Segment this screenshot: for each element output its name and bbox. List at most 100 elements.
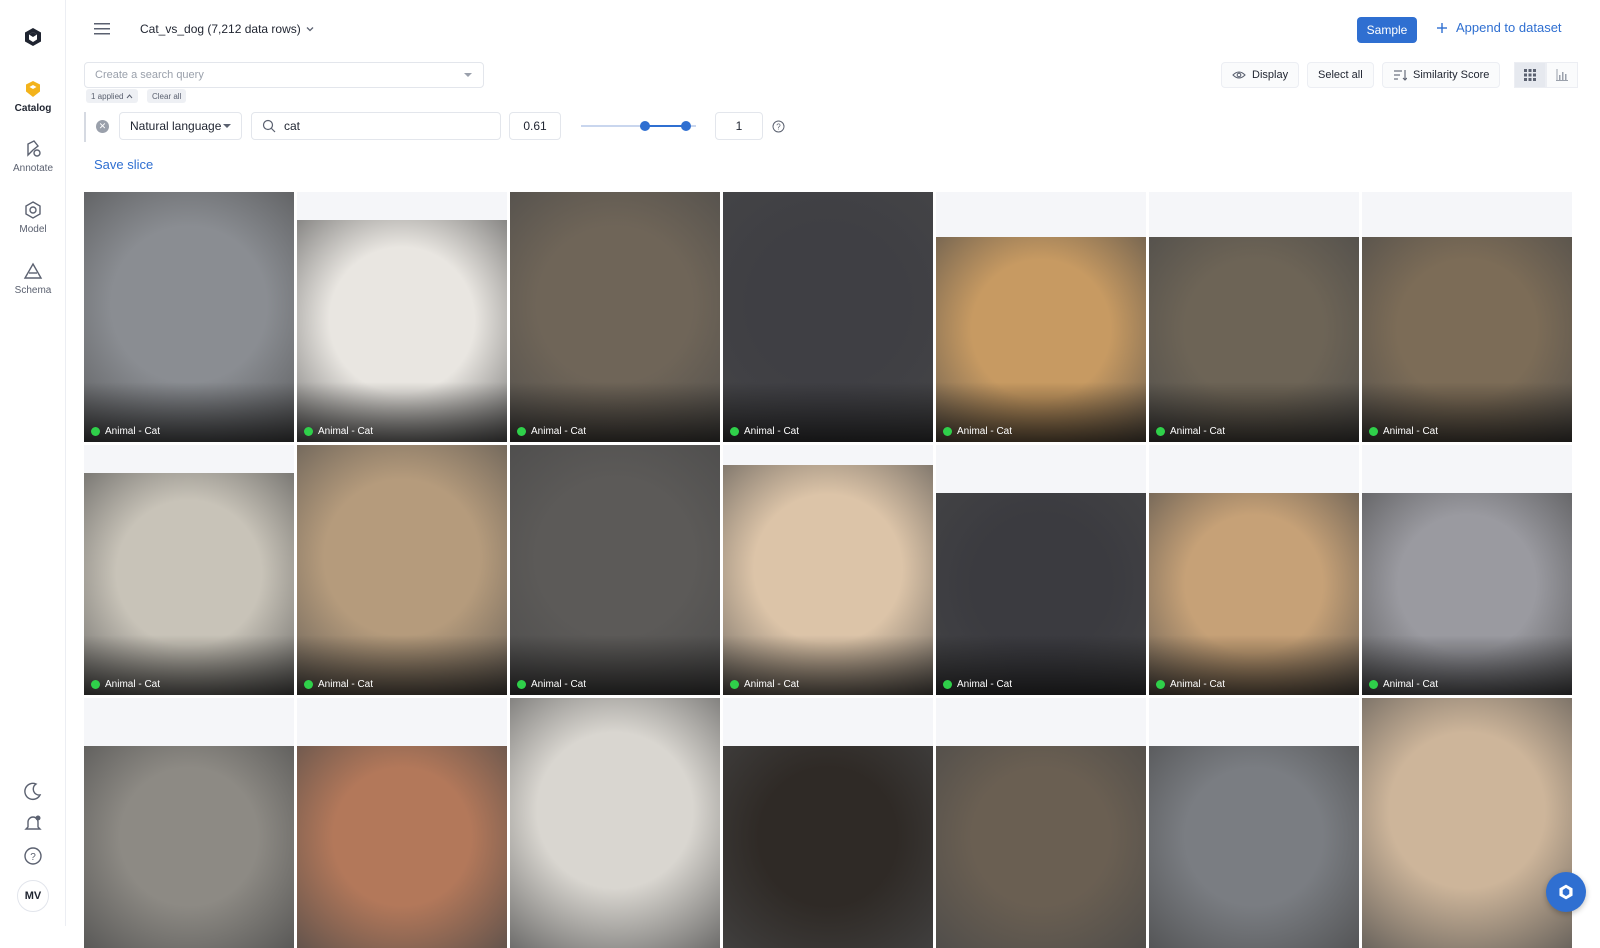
threshold-min-input[interactable]: 0.61 [509,112,561,140]
cat-thumbnail-image [936,746,1146,948]
data-row-tile[interactable] [510,698,720,948]
data-row-tile[interactable]: Animal - Cat [1362,445,1572,695]
chevron-down-icon [305,24,315,34]
svg-text:?: ? [776,123,781,132]
data-row-grid: Animal - CatAnimal - CatAnimal - CatAnim… [84,192,1574,926]
catalog-icon [22,78,44,100]
annotation-label-text: Animal - Cat [1170,426,1225,437]
applied-filters-chip[interactable]: 1 applied [86,89,138,103]
avatar[interactable]: MV [17,880,49,912]
model-icon [22,199,44,221]
cat-thumbnail-image [297,746,507,948]
annotation-label: Animal - Cat [943,679,1012,690]
bar-chart-icon [1556,69,1568,81]
data-row-tile[interactable]: Animal - Cat [1362,192,1572,442]
annotation-label: Animal - Cat [730,679,799,690]
append-to-dataset-button[interactable]: Append to dataset [1436,20,1562,35]
data-row-tile[interactable]: Animal - Cat [510,445,720,695]
label-status-dot [517,427,526,436]
data-row-tile[interactable]: Animal - Cat [297,192,507,442]
sidebar-item-label: Catalog [15,103,52,114]
data-row-tile[interactable]: Animal - Cat [297,445,507,695]
chevron-up-icon [126,93,133,100]
select-all-button[interactable]: Select all [1307,62,1374,88]
data-row-tile[interactable]: Animal - Cat [723,192,933,442]
help-icon[interactable]: ? [772,120,785,133]
data-row-tile[interactable] [1149,698,1359,948]
annotation-label-text: Animal - Cat [318,426,373,437]
bell-icon[interactable] [22,812,44,834]
data-row-tile[interactable]: Animal - Cat [936,445,1146,695]
annotation-label: Animal - Cat [517,679,586,690]
label-status-dot [730,427,739,436]
slider-handle-low[interactable] [640,121,650,131]
data-row-tile[interactable]: Animal - Cat [723,445,933,695]
slider-handle-high[interactable] [681,121,691,131]
annotation-label: Animal - Cat [1156,679,1225,690]
labelbox-logo-icon[interactable] [22,26,44,48]
data-row-tile[interactable]: Animal - Cat [84,445,294,695]
annotation-label: Animal - Cat [304,679,373,690]
data-row-tile[interactable]: Animal - Cat [84,192,294,442]
label-status-dot [91,680,100,689]
data-row-tile[interactable] [84,698,294,948]
data-row-tile[interactable]: Animal - Cat [1149,192,1359,442]
annotation-label-text: Animal - Cat [1383,426,1438,437]
sidebar-item-model[interactable]: Model [0,199,66,235]
annotation-label-text: Animal - Cat [318,679,373,690]
data-row-tile[interactable]: Animal - Cat [510,192,720,442]
data-row-tile[interactable] [1362,698,1572,948]
cat-thumbnail-image [723,746,933,948]
help-circle-icon[interactable]: ? [22,845,44,867]
data-row-tile[interactable] [936,698,1146,948]
display-label: Display [1252,69,1288,81]
chart-view-toggle[interactable] [1546,62,1578,88]
annotation-label-text: Animal - Cat [531,679,586,690]
annotation-label-text: Animal - Cat [1170,679,1225,690]
label-status-dot [91,427,100,436]
cat-thumbnail-image [1149,746,1359,948]
dataset-selector[interactable]: Cat_vs_dog (7,212 data rows) [140,22,315,36]
cat-thumbnail-image [84,746,294,948]
annotation-label-text: Animal - Cat [744,679,799,690]
sidebar-item-annotate[interactable]: Annotate [0,138,66,174]
search-placeholder: Create a search query [95,69,204,81]
threshold-max-input[interactable]: 1 [715,112,763,140]
label-status-dot [1156,680,1165,689]
menu-icon[interactable] [94,22,112,36]
cat-thumbnail-image [1362,698,1572,948]
sidebar-item-catalog[interactable]: Catalog [0,78,66,114]
moon-icon[interactable] [22,780,44,802]
similarity-range-slider[interactable] [581,121,696,131]
sidebar-item-label: Schema [15,285,52,296]
annotation-label-text: Animal - Cat [105,426,160,437]
dataset-title: Cat_vs_dog (7,212 data rows) [140,22,301,36]
help-chat-button[interactable] [1546,872,1586,912]
save-slice-link[interactable]: Save slice [94,157,153,172]
grid-view-toggle[interactable] [1514,62,1546,88]
sample-button[interactable]: Sample [1357,17,1417,43]
data-row-tile[interactable] [297,698,507,948]
data-row-tile[interactable]: Animal - Cat [1149,445,1359,695]
caret-down-icon [463,70,473,80]
search-icon [262,119,276,133]
sidebar-item-schema[interactable]: Schema [0,260,66,296]
natural-language-query-input[interactable]: cat [251,112,501,140]
annotation-label: Animal - Cat [304,426,373,437]
labelbox-icon [1557,883,1575,901]
sidebar-item-label: Model [19,224,46,235]
sidebar-item-label: Annotate [13,163,53,174]
display-button[interactable]: Display [1221,62,1299,88]
clear-all-chip[interactable]: Clear all [147,89,186,103]
remove-filter-icon[interactable]: ✕ [96,120,109,133]
annotation-label: Animal - Cat [1369,426,1438,437]
filter-type-select[interactable]: Natural language [119,112,242,140]
data-row-tile[interactable] [723,698,933,948]
search-query-input[interactable]: Create a search query [84,62,484,88]
label-status-dot [1369,680,1378,689]
annotation-label: Animal - Cat [91,679,160,690]
data-row-tile[interactable]: Animal - Cat [936,192,1146,442]
annotation-label-text: Animal - Cat [105,679,160,690]
similarity-score-sort-button[interactable]: Similarity Score [1382,62,1500,88]
annotation-label: Animal - Cat [1369,679,1438,690]
